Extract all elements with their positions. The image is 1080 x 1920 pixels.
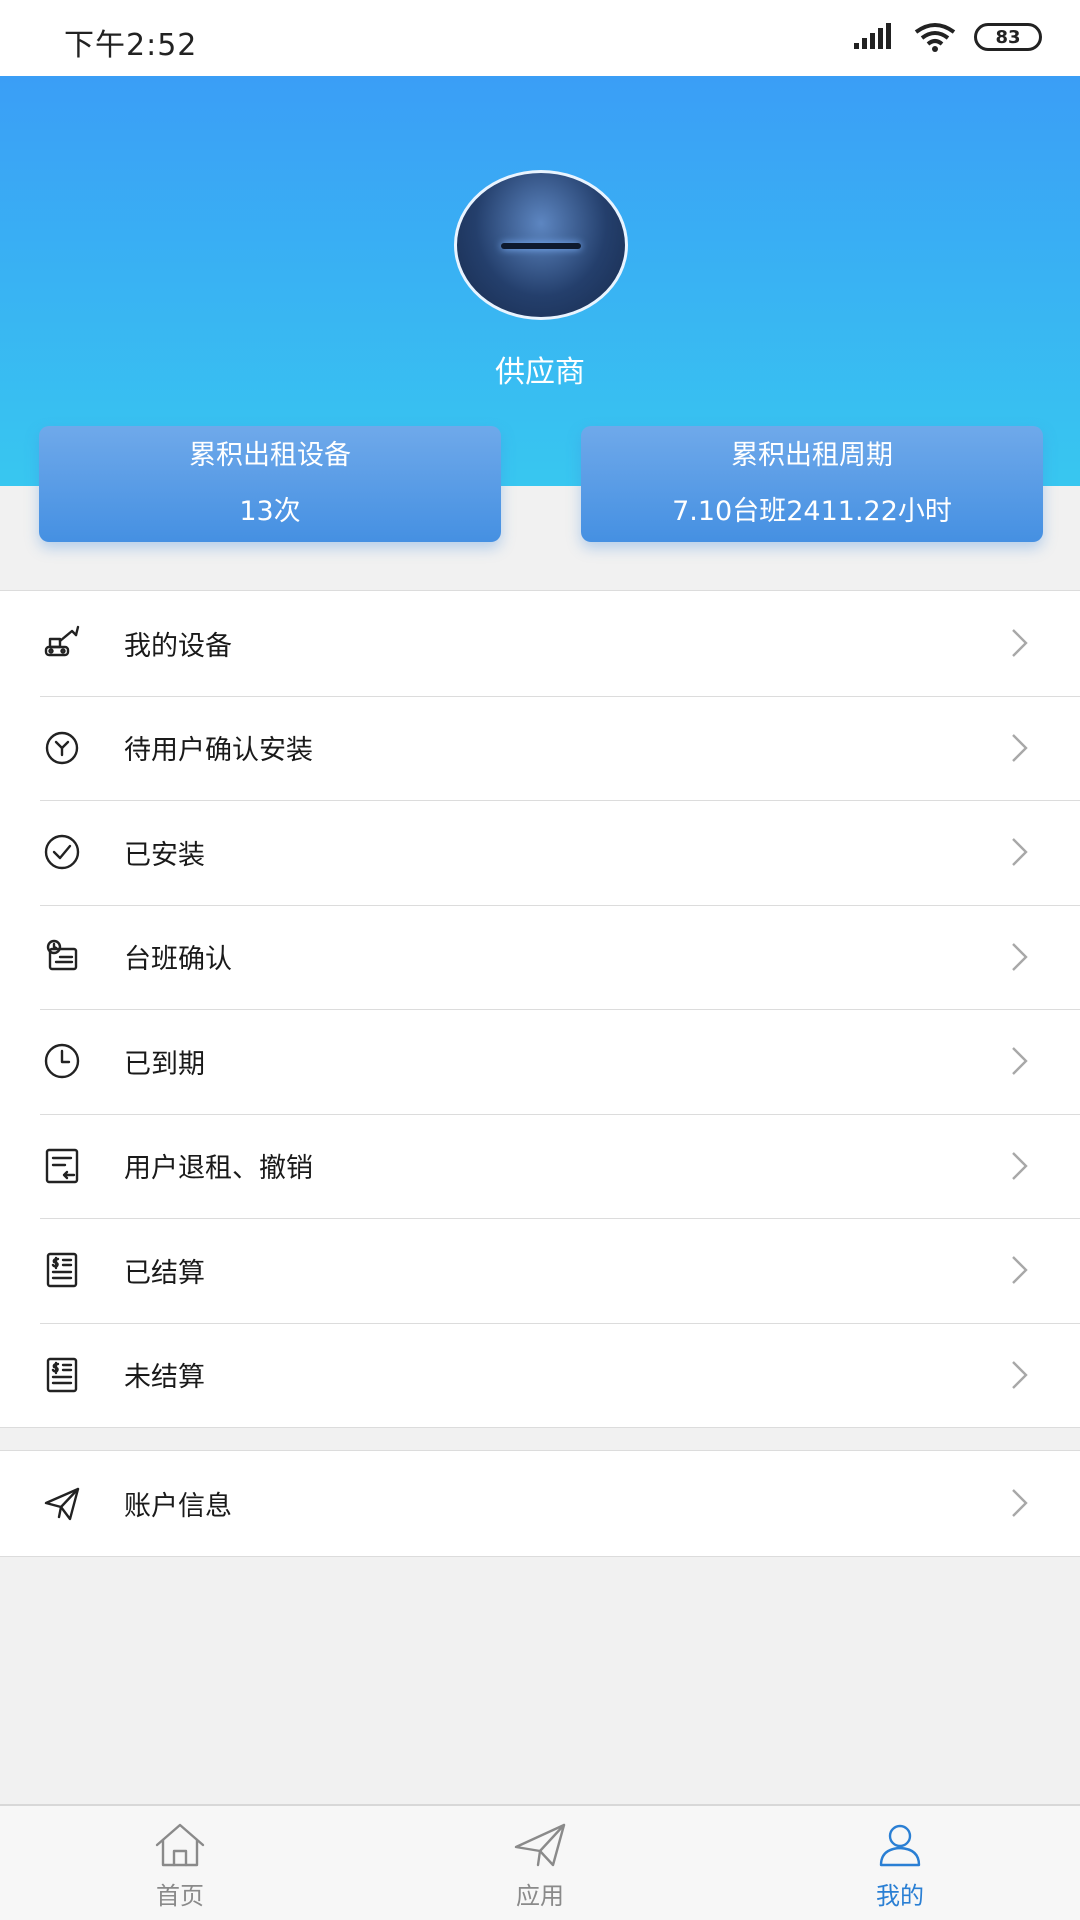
stat-title: 累积出租设备: [189, 440, 351, 471]
menu-label: 台班确认: [124, 944, 232, 976]
stat-value: 7.10台班2411.22小时: [672, 496, 952, 527]
stat-card-rented-equipment: 累积出租设备 13次: [39, 426, 501, 542]
menu-label: 已安装: [124, 839, 205, 871]
tab-label: 我的: [876, 1882, 924, 1910]
excavator-icon: [40, 621, 84, 665]
paper-plane-icon: [40, 1481, 84, 1525]
menu-item-unsettled[interactable]: 未结算: [0, 1322, 1080, 1428]
status-time: 下午2:52: [64, 28, 198, 63]
home-icon: [151, 1820, 209, 1870]
menu-list: 我的设备 待用户确认安装 已安装 台班确认 已到期 用户退租、撤销 已结算 未结…: [0, 590, 1080, 1428]
user-icon: [871, 1820, 929, 1870]
check-circle-icon: [40, 830, 84, 874]
battery-level: 83: [995, 26, 1021, 48]
menu-label: 用户退租、撤销: [124, 1153, 313, 1185]
chevron-right-icon: [1012, 629, 1028, 658]
chevron-right-icon: [1012, 1151, 1028, 1180]
chevron-right-icon: [1012, 1256, 1028, 1285]
stat-card-rental-period: 累积出租周期 7.10台班2411.22小时: [581, 426, 1043, 542]
shift-confirm-icon: [40, 935, 84, 979]
menu-item-shift-confirm[interactable]: 台班确认: [0, 904, 1080, 1010]
menu-item-my-equipment[interactable]: 我的设备: [0, 591, 1080, 696]
menu-item-expired[interactable]: 已到期: [0, 1009, 1080, 1114]
account-section: 账户信息: [0, 1450, 1080, 1557]
stat-value: 13次: [239, 496, 301, 527]
menu-label: 已结算: [124, 1257, 205, 1289]
clock-icon: [40, 1039, 84, 1083]
wifi-icon: [914, 23, 956, 52]
role-name: 供应商: [495, 355, 585, 390]
status-icons: 83: [854, 22, 1042, 52]
battery-indicator: 83: [974, 23, 1042, 51]
unsettled-bill-icon: [40, 1353, 84, 1397]
paper-plane-icon: [511, 1820, 569, 1870]
menu-label: 未结算: [124, 1362, 205, 1394]
avatar[interactable]: [454, 170, 628, 320]
menu-item-settled[interactable]: 已结算: [0, 1218, 1080, 1323]
chevron-right-icon: [1012, 942, 1028, 971]
chevron-right-icon: [1012, 1047, 1028, 1076]
menu-label: 账户信息: [124, 1490, 232, 1522]
tab-label: 首页: [156, 1882, 204, 1910]
signal-icon: [854, 23, 891, 49]
menu-item-user-return-cancel[interactable]: 用户退租、撤销: [0, 1113, 1080, 1219]
tab-home[interactable]: 首页: [0, 1806, 360, 1920]
avatar-progress-graphic: [501, 243, 581, 249]
chevron-right-icon: [1012, 838, 1028, 867]
return-document-icon: [40, 1144, 84, 1188]
settled-bill-icon: [40, 1248, 84, 1292]
bottom-tab-bar: 首页 应用 我的: [0, 1804, 1080, 1920]
menu-item-account-info[interactable]: 账户信息: [0, 1451, 1080, 1556]
tab-apps[interactable]: 应用: [360, 1806, 720, 1920]
tab-label: 应用: [516, 1882, 564, 1910]
wrench-circle-icon: [40, 726, 84, 770]
menu-label: 待用户确认安装: [124, 735, 313, 767]
chevron-right-icon: [1012, 1360, 1028, 1389]
stat-title: 累积出租周期: [731, 440, 893, 471]
status-bar: 下午2:52 83: [0, 0, 1080, 76]
menu-label: 已到期: [124, 1048, 205, 1080]
menu-item-pending-install-confirm[interactable]: 待用户确认安装: [0, 695, 1080, 801]
menu-item-installed[interactable]: 已安装: [0, 800, 1080, 905]
chevron-right-icon: [1012, 1489, 1028, 1518]
chevron-right-icon: [1012, 733, 1028, 762]
menu-label: 我的设备: [124, 630, 232, 662]
tab-mine[interactable]: 我的: [720, 1806, 1080, 1920]
